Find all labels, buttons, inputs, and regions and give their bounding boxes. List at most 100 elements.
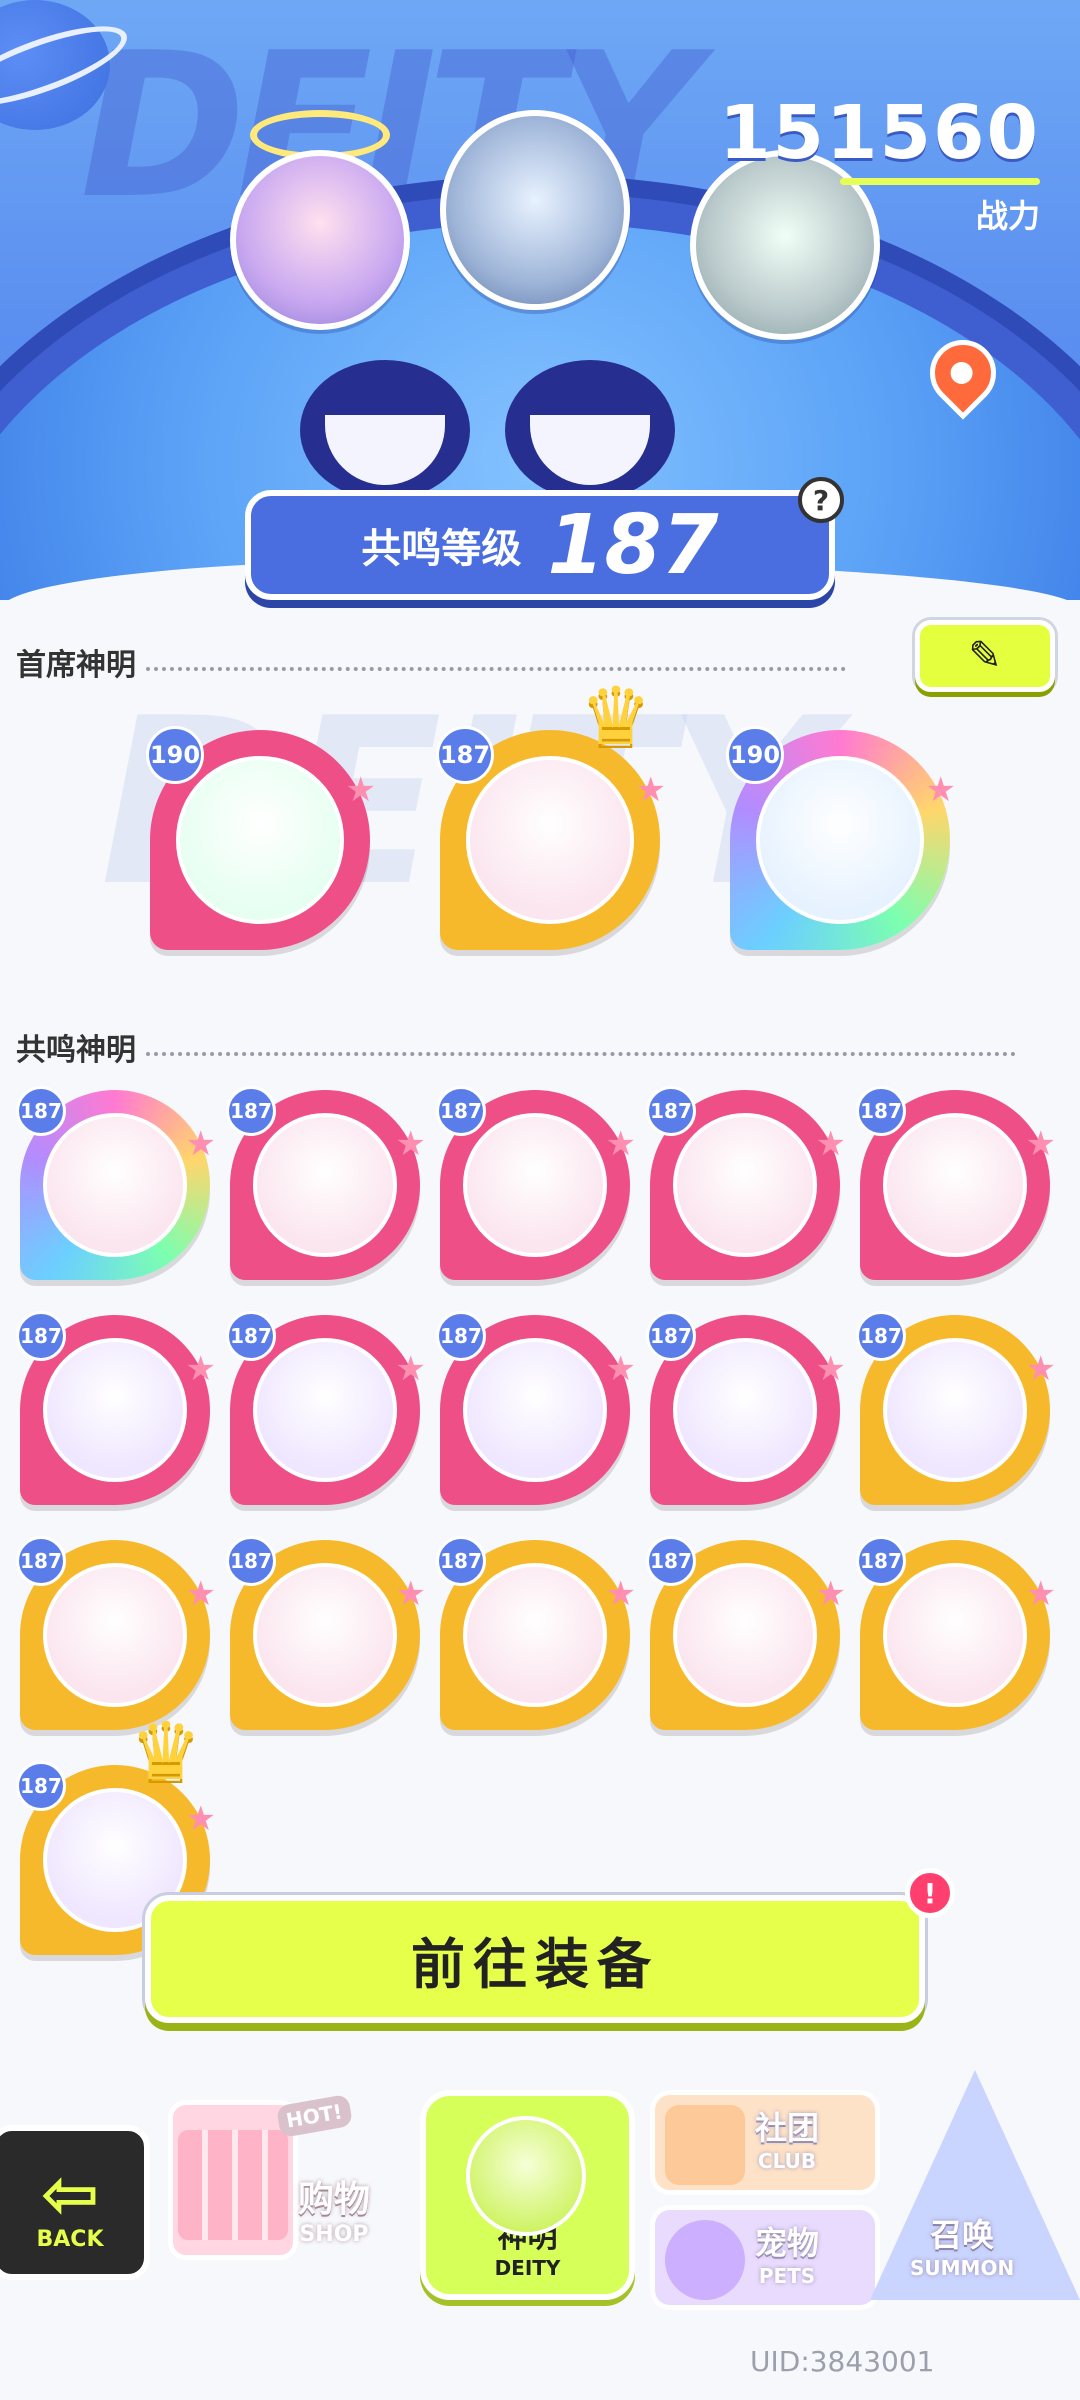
resonance-deity-slot-10[interactable]: 187 ★	[856, 1311, 1056, 1505]
star-icon: ★	[815, 1574, 846, 1615]
vending-icon	[178, 2130, 288, 2240]
deity-portrait	[42, 1337, 188, 1483]
resonance-deity-slot-5[interactable]: 187 ★	[856, 1086, 1056, 1280]
deity-portrait	[252, 1337, 398, 1483]
deity-level-badge: 187	[436, 726, 494, 784]
chief-deity-section-title: 首席神明	[16, 640, 846, 684]
star-icon: ★	[185, 1574, 216, 1615]
resonance-deity-slot-4[interactable]: 187 ★	[646, 1086, 846, 1280]
resonance-deity-slot-9[interactable]: 187 ★	[646, 1311, 846, 1505]
club-label: 社团	[755, 2109, 820, 2147]
summon-label: 召唤	[930, 2216, 995, 2254]
deity-level-badge: 187	[856, 1536, 906, 1586]
crown-icon: ♛	[130, 1705, 202, 1798]
deity-portrait	[756, 756, 924, 924]
star-icon: ★	[815, 1124, 846, 1165]
globe-eye-left	[300, 360, 470, 500]
star-icon: ★	[185, 1349, 216, 1390]
resonance-deity-title: 共鸣神明	[16, 1033, 136, 1068]
deity-level-badge: 187	[856, 1086, 906, 1136]
deity-portrait	[462, 1562, 608, 1708]
section-divider	[146, 1052, 1016, 1056]
combat-power: 151560 战力	[719, 90, 1040, 237]
deity-level-badge: 187	[16, 1761, 66, 1811]
deity-portrait	[252, 1112, 398, 1258]
shop-label: 购物	[298, 2179, 371, 2220]
resonance-deity-slot-12[interactable]: 187 ★	[226, 1536, 426, 1730]
star-icon: ★	[605, 1574, 636, 1615]
deity-portrait	[42, 1562, 188, 1708]
resonance-deity-slot-2[interactable]: 187 ★	[226, 1086, 426, 1280]
deity-level-badge: 187	[436, 1086, 486, 1136]
deity-level-badge: 190	[726, 726, 784, 784]
star-icon: ★	[345, 769, 376, 810]
pets-label-en: PETS	[758, 2264, 816, 2288]
shop-button[interactable]: HOT! 购物 SHOP	[158, 2060, 418, 2290]
edit-lineup-button[interactable]: ✎	[915, 620, 1055, 692]
resonance-deity-slot-1[interactable]: 187 ★	[16, 1086, 216, 1280]
star-icon: ★	[185, 1124, 216, 1165]
chief-deity-slot-3[interactable]: 190 ★	[726, 726, 956, 950]
help-icon[interactable]: ?	[798, 477, 844, 523]
back-button[interactable]: ⇦ BACK	[0, 2125, 150, 2280]
star-icon: ★	[815, 1349, 846, 1390]
resonance-deity-slot-11[interactable]: 187 ★	[16, 1536, 216, 1730]
deity-portrait	[462, 1112, 608, 1258]
star-icon: ★	[185, 1799, 216, 1840]
pets-button[interactable]: 宠物 PETS	[650, 2205, 880, 2310]
resonance-deity-slot-8[interactable]: 187 ★	[436, 1311, 636, 1505]
uid-label: UID:3843001	[750, 2345, 935, 2378]
deity-portrait	[466, 756, 634, 924]
deity-portrait	[672, 1112, 818, 1258]
paw-icon	[665, 2220, 745, 2300]
back-label: BACK	[36, 2227, 104, 2252]
deity-level-badge: 187	[16, 1311, 66, 1361]
deity-level-badge: 187	[436, 1311, 486, 1361]
star-icon: ★	[605, 1349, 636, 1390]
chief-deity-title: 首席神明	[16, 648, 136, 683]
deity-level-badge: 187	[226, 1311, 276, 1361]
chief-deity-figure-1[interactable]	[230, 150, 410, 330]
summon-button[interactable]: 召唤 SUMMON	[870, 2070, 1080, 2310]
deity-portrait	[882, 1562, 1028, 1708]
deity-portrait	[672, 1562, 818, 1708]
deity-level-badge: 187	[856, 1311, 906, 1361]
resonance-deity-slot-14[interactable]: 187 ★	[646, 1536, 846, 1730]
combat-power-underline	[840, 178, 1040, 185]
star-icon: ★	[395, 1124, 426, 1165]
deity-portrait	[252, 1562, 398, 1708]
chief-deity-figure-2[interactable]	[440, 110, 630, 310]
alert-badge: !	[905, 1868, 955, 1918]
deity-level-badge: 187	[646, 1536, 696, 1586]
resonance-deity-slot-15[interactable]: 187 ★	[856, 1536, 1056, 1730]
chief-deity-slot-2[interactable]: 187 ★	[436, 726, 666, 950]
deity-label-en: DEITY	[494, 2256, 561, 2280]
club-button[interactable]: 社团 CLUB	[650, 2090, 880, 2195]
chief-deity-slot-1[interactable]: 190 ★	[146, 726, 376, 950]
summon-label-en: SUMMON	[910, 2256, 1015, 2280]
deity-portrait	[176, 756, 344, 924]
resonance-deity-slot-3[interactable]: 187 ★	[436, 1086, 636, 1280]
resonance-deity-slot-6[interactable]: 187 ★	[16, 1311, 216, 1505]
arrow-icon: ⇦	[40, 2153, 100, 2235]
combat-power-label: 战力	[975, 197, 1040, 235]
resonance-level-value: 187	[547, 497, 719, 593]
pets-label: 宠物	[755, 2224, 820, 2262]
resonance-level-label: 共鸣等级	[361, 526, 522, 572]
deity-tab[interactable]: 神明 DEITY	[420, 2090, 635, 2300]
deity-level-badge: 187	[646, 1086, 696, 1136]
star-icon: ★	[1025, 1124, 1056, 1165]
star-icon: ★	[395, 1349, 426, 1390]
deity-portrait	[462, 1337, 608, 1483]
go-equip-button[interactable]: 前往装备	[145, 1895, 925, 2023]
star-icon: ★	[635, 769, 666, 810]
section-divider	[146, 667, 846, 671]
crown-icon: ♛	[580, 670, 652, 763]
resonance-deity-slot-7[interactable]: 187 ★	[226, 1311, 426, 1505]
resonance-deity-slot-13[interactable]: 187 ★	[436, 1536, 636, 1730]
star-icon: ★	[925, 769, 956, 810]
deity-level-badge: 187	[646, 1311, 696, 1361]
bag-icon	[665, 2105, 745, 2185]
deity-face-icon	[466, 2116, 586, 2236]
star-icon: ★	[605, 1124, 636, 1165]
